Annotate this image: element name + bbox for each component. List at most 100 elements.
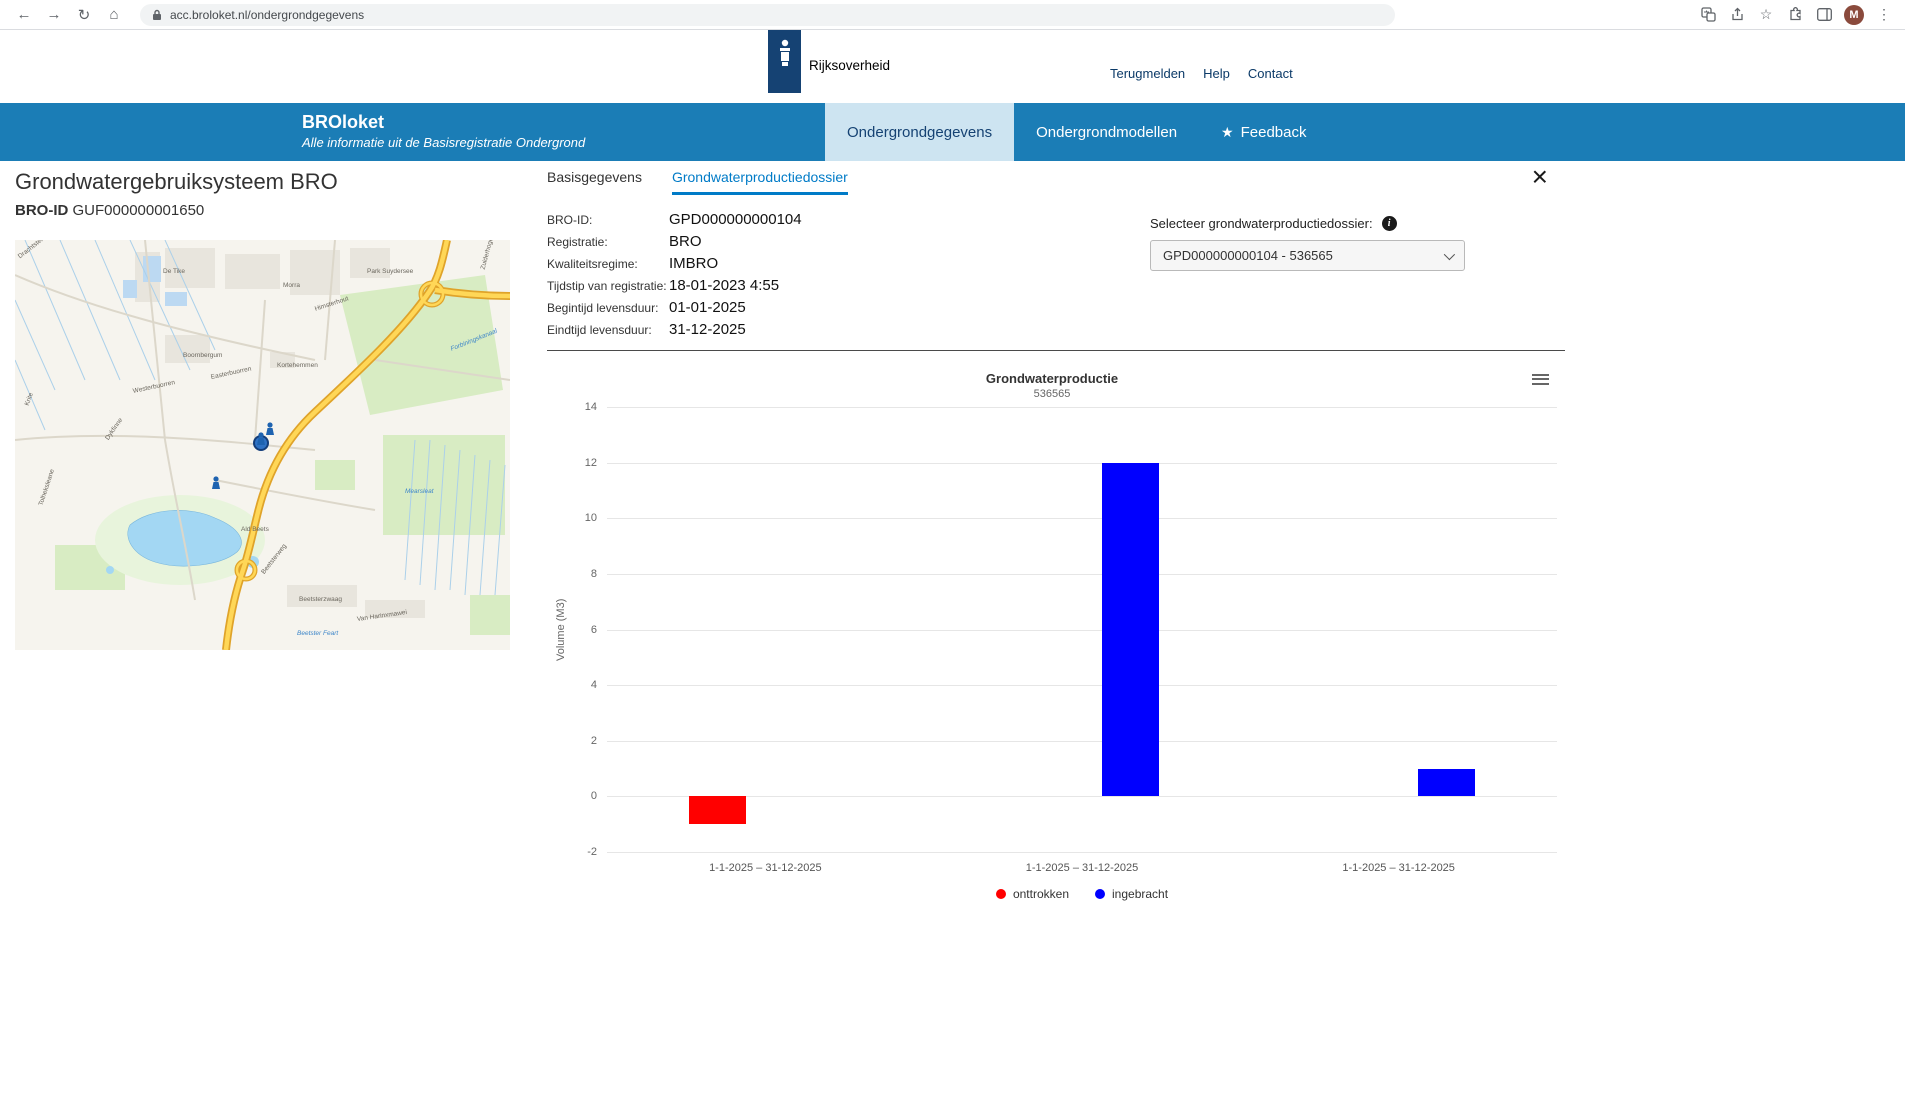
back-icon[interactable]: ← [12,3,36,27]
chart-legend: onttrokken ingebracht [607,887,1557,901]
detail-value: BRO [669,233,702,250]
x-category-label: 1-1-2025 – 31-12-2025 [709,862,822,874]
site-header: Rijksoverheid Terugmelden Help Contact [0,30,1905,103]
nav-item-feedback[interactable]: ★ Feedback [1199,103,1328,161]
detail-value: IMBRO [669,255,718,272]
legend-item-ingebracht[interactable]: ingebracht [1095,887,1168,901]
legend-label: ingebracht [1112,887,1168,901]
forward-icon[interactable]: → [42,3,66,27]
map-water-label: Beetster Feart [297,630,338,637]
detail-label: BRO-ID: [547,213,669,227]
gridline [607,685,1557,686]
map-label: Morra [283,282,300,289]
rijksoverheid-logo: Rijksoverheid [768,30,890,93]
map-label: Kortehemmen [277,362,318,369]
avatar[interactable]: M [1844,5,1864,25]
x-category-label: 1-1-2025 – 31-12-2025 [1026,862,1139,874]
detail-row: Eindtijd levensduur: 31-12-2025 [547,321,802,343]
info-icon[interactable]: i [1382,216,1397,231]
extensions-icon[interactable] [1786,6,1804,24]
sidepanel-icon[interactable] [1815,6,1833,24]
map-label: De Tike [163,268,185,275]
page-title: Grondwatergebruiksysteem BRO [15,169,535,195]
detail-row: Tijdstip van registratie: 18-01-2023 4:5… [547,277,802,299]
legend-dot [996,889,1006,899]
left-panel: Grondwatergebruiksysteem BRO BRO-ID GUF0… [0,161,535,650]
map-image [15,240,510,650]
detail-value: 18-01-2023 4:55 [669,277,779,294]
gridline [607,518,1557,519]
header-links: Terugmelden Help Contact [1110,66,1293,81]
detail-panel: Basisgegevens Grondwaterproductiedossier… [535,161,1570,650]
brand: BROloket Alle informatie uit de Basisreg… [302,112,585,150]
y-tick-label: 6 [591,624,597,636]
share-icon[interactable] [1728,6,1746,24]
y-tick-label: 8 [591,568,597,580]
y-tick-label: -2 [587,846,597,858]
detail-label: Eindtijd levensduur: [547,323,669,337]
chevron-down-icon [1444,248,1455,259]
y-tick-label: 2 [591,735,597,747]
chart-subtitle: 536565 [547,388,1557,400]
detail-row: Begintijd levensduur: 01-01-2025 [547,299,802,321]
tab-grondwaterproductiedossier[interactable]: Grondwaterproductiedossier [672,169,848,195]
divider [547,350,1565,351]
close-icon[interactable]: × [1532,163,1548,191]
chart-bar-onttrokken[interactable] [689,796,746,824]
navbar: BROloket Alle informatie uit de Basisreg… [0,103,1905,161]
details-list: BRO-ID: GPD000000000104 Registratie: BRO… [547,211,802,343]
detail-value: GPD000000000104 [669,211,802,228]
tabs: Basisgegevens Grondwaterproductiedossier [547,169,848,195]
detail-row: Kwaliteitsregime: IMBRO [547,255,802,277]
detail-label: Kwaliteitsregime: [547,257,669,271]
dropdown-value: GPD000000000104 - 536565 [1163,248,1333,263]
y-tick-label: 12 [585,457,597,469]
bookmark-icon[interactable]: ☆ [1757,6,1775,24]
detail-label: Begintijd levensduur: [547,301,669,315]
gridline [607,407,1557,408]
y-tick-label: 14 [585,401,597,413]
gridline [607,852,1557,853]
tab-basisgegevens[interactable]: Basisgegevens [547,169,642,195]
logo-emblem [776,38,794,68]
chart-title: Grondwaterproductie [547,359,1557,386]
nav-item-ondergrondgegevens[interactable]: Ondergrondgegevens [825,103,1014,161]
link-help[interactable]: Help [1203,66,1230,81]
x-category-label: 1-1-2025 – 31-12-2025 [1342,862,1455,874]
gridline [607,574,1557,575]
selector-label: Selecteer grondwaterproductiedossier: [1150,216,1373,231]
y-tick-label: 0 [591,790,597,802]
legend-item-onttrokken[interactable]: onttrokken [996,887,1069,901]
detail-row: BRO-ID: GPD000000000104 [547,211,802,233]
y-axis-label: Volume (M3) [555,407,567,852]
gridline [607,463,1557,464]
brand-tagline: Alle informatie uit de Basisregistratie … [302,135,585,150]
dossier-dropdown[interactable]: GPD000000000104 - 536565 [1150,240,1465,271]
bro-id-line: BRO-ID GUF000000001650 [15,202,535,219]
logo-ribbon [768,30,801,93]
map-label: Ald Beets [241,526,269,533]
link-contact[interactable]: Contact [1248,66,1293,81]
chart-menu-icon[interactable] [1532,371,1549,387]
home-icon[interactable]: ⌂ [102,3,126,27]
link-terugmelden[interactable]: Terugmelden [1110,66,1185,81]
map[interactable]: Drachtster Heawei De Tike Morra Park Suy… [15,240,510,650]
reload-icon[interactable]: ↻ [72,3,96,27]
translate-icon[interactable] [1699,6,1717,24]
address-bar[interactable]: acc.broloket.nl/ondergrondgegevens [140,4,1395,26]
kebab-menu-icon[interactable]: ⋮ [1875,6,1893,24]
detail-value: 01-01-2025 [669,299,746,316]
bro-id-value: GUF000000001650 [73,202,205,219]
y-tick-label: 4 [591,679,597,691]
chart: Grondwaterproductie 536565 Volume (M3) 1… [547,359,1557,939]
brand-title: BROloket [302,112,585,133]
lock-icon [152,9,162,21]
detail-value: 31-12-2025 [669,321,746,338]
nav-item-label: Ondergrondmodellen [1036,124,1177,141]
map-water-label: Mearsleat [405,488,434,495]
chart-bar-ingebracht[interactable] [1418,769,1475,797]
nav-item-ondergrondmodellen[interactable]: Ondergrondmodellen [1014,103,1199,161]
chart-bar-ingebracht[interactable] [1102,463,1159,797]
map-label: Beetsterzwaag [299,596,342,603]
gridline [607,796,1557,797]
